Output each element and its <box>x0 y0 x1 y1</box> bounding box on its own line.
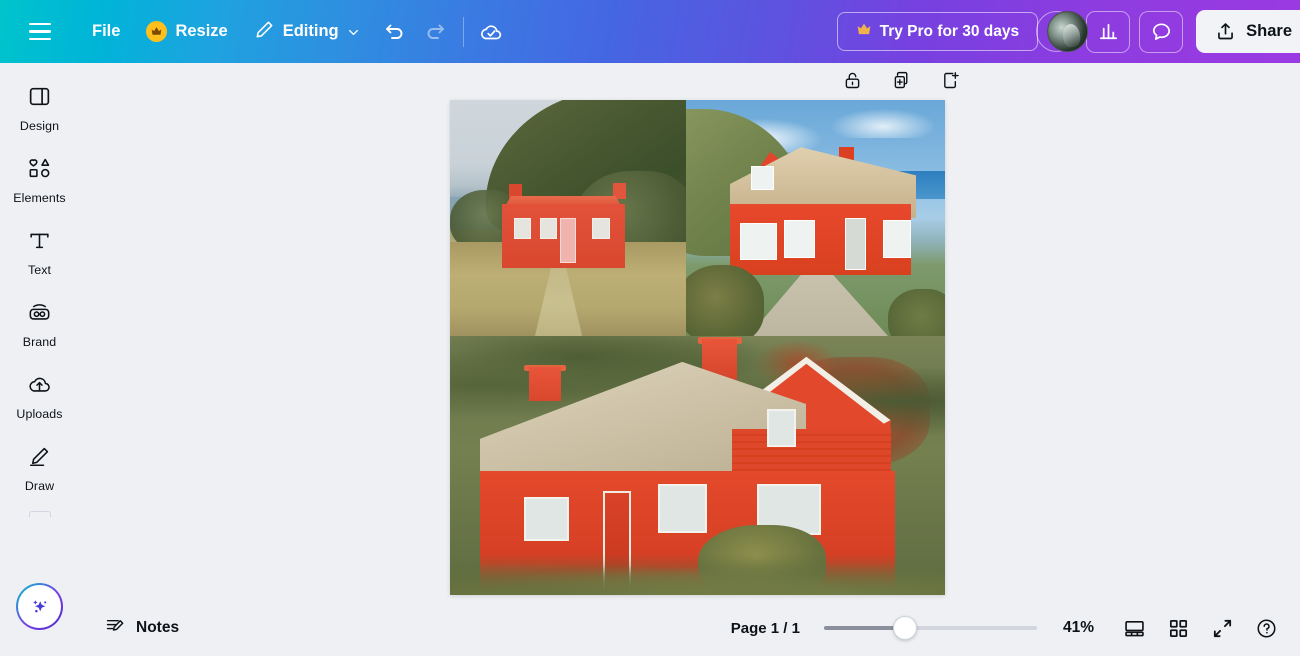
canva-editor: File Resize Editing Try Pro for 30 days … <box>0 0 1300 656</box>
grid-view-button[interactable] <box>1159 609 1197 647</box>
grid-image-red-cottage-by-the-sea[interactable] <box>450 100 686 336</box>
cloud-upload-icon <box>27 372 52 402</box>
notes-label: Notes <box>136 619 180 636</box>
resize-button[interactable]: Resize <box>133 13 240 50</box>
top-toolbar: File Resize Editing Try Pro for 30 days … <box>0 0 1300 63</box>
notes-button[interactable]: Notes <box>93 607 191 649</box>
brand-co-icon <box>27 300 52 330</box>
try-pro-label: Try Pro for 30 days <box>879 22 1020 40</box>
toolbar-divider <box>462 16 464 47</box>
add-page-button[interactable] <box>935 65 966 96</box>
sidebar-next-item-partial[interactable] <box>28 511 51 517</box>
fullscreen-button[interactable] <box>1203 609 1241 647</box>
photo-window <box>524 496 569 541</box>
design-panel-icon <box>27 84 52 114</box>
file-menu-label: File <box>92 22 121 40</box>
expand-icon <box>1213 619 1231 637</box>
resize-label: Resize <box>175 22 228 40</box>
sidebar-item-elements[interactable]: Elements <box>4 147 76 212</box>
photo-chimney-left <box>529 367 562 401</box>
duplicate-page-button[interactable] <box>886 65 917 96</box>
canvas-area <box>79 63 1300 656</box>
photo-window <box>657 483 708 533</box>
sidebar-item-label: Brand <box>22 335 57 349</box>
grid-image-red-house-thatched-roof-path[interactable] <box>686 100 945 336</box>
text-t-icon <box>27 228 52 258</box>
photo-window <box>784 220 816 259</box>
sidebar-item-brand[interactable]: Brand <box>4 291 76 356</box>
bar-chart-icon <box>1099 23 1117 40</box>
try-pro-button[interactable]: Try Pro for 30 days <box>836 12 1039 51</box>
photo-cloud <box>831 109 935 138</box>
photo-gable-window <box>766 408 797 448</box>
photo-window <box>539 218 558 240</box>
lock-page-button[interactable] <box>837 65 868 96</box>
cloud-check-icon <box>480 24 501 39</box>
pencil-icon <box>254 19 275 45</box>
draw-pen-icon <box>27 444 52 474</box>
crown-icon <box>856 22 872 41</box>
sidebar-item-label: Elements <box>13 191 66 205</box>
top-toolbar-right: Try Pro for 30 days Share <box>836 0 1300 63</box>
zoom-level-value: 41% <box>1062 619 1094 636</box>
crown-icon <box>146 21 168 42</box>
photo-dormer-window <box>750 166 775 190</box>
duplicate-icon <box>894 71 908 89</box>
insights-button[interactable] <box>1086 10 1131 53</box>
sidebar-item-label: Uploads <box>16 407 63 421</box>
design-page[interactable] <box>450 100 945 595</box>
comments-button[interactable] <box>1139 10 1184 53</box>
grid-image-large-red-thatched-cottage[interactable] <box>450 336 945 595</box>
redo-icon <box>427 24 444 39</box>
chevron-down-icon <box>347 25 360 38</box>
file-menu-button[interactable]: File <box>79 14 133 49</box>
photo-window <box>882 220 912 259</box>
undo-button[interactable] <box>373 11 415 53</box>
redo-button[interactable] <box>415 11 457 53</box>
editing-mode-button[interactable]: Editing <box>241 11 373 53</box>
photo-door <box>845 218 866 270</box>
photo-shrub <box>686 265 764 336</box>
photo-window <box>591 218 611 240</box>
sidebar-item-uploads[interactable]: Uploads <box>4 363 76 428</box>
editing-label: Editing <box>282 22 339 40</box>
photo-shrub <box>888 288 945 336</box>
share-label: Share <box>1246 22 1292 40</box>
upload-icon <box>1218 23 1234 40</box>
undo-icon <box>385 24 403 39</box>
zoom-slider[interactable] <box>823 616 1037 640</box>
photo-window <box>513 218 532 240</box>
bottom-toolbar-right: Page 1 / 1 41% <box>731 609 1300 647</box>
speech-bubble-icon <box>1152 23 1170 41</box>
sidebar-item-text[interactable]: Text <box>4 219 76 284</box>
presentation-icon <box>1124 620 1144 636</box>
photo-door <box>559 218 577 263</box>
help-button[interactable] <box>1247 609 1285 647</box>
sidebar-item-label: Design <box>19 119 60 133</box>
add-page-icon <box>944 72 959 89</box>
hamburger-icon[interactable] <box>18 10 62 54</box>
sidebar-item-label: Text <box>27 263 52 277</box>
page-indicator: Page 1 / 1 <box>730 619 800 637</box>
saved-status-button[interactable] <box>470 11 512 53</box>
presentation-view-button[interactable] <box>1115 609 1153 647</box>
collaborators-group <box>1036 11 1089 52</box>
notes-pencil-icon <box>105 615 126 641</box>
lock-icon <box>845 72 860 89</box>
shapes-icon <box>27 156 52 186</box>
top-toolbar-left: File Resize Editing <box>0 0 512 63</box>
question-circle-icon <box>1256 618 1276 638</box>
photo-window <box>740 222 777 261</box>
page-tools <box>837 65 966 96</box>
sidebar-item-design[interactable]: Design <box>4 75 76 140</box>
sidebar-item-draw[interactable]: Draw <box>4 435 76 500</box>
zoom-slider-thumb[interactable] <box>892 616 917 640</box>
bottom-toolbar: Notes Page 1 / 1 41% <box>0 600 1300 656</box>
share-button[interactable]: Share <box>1196 10 1300 53</box>
grid-icon <box>1169 619 1187 637</box>
sidebar-item-label: Draw <box>24 479 55 493</box>
avatar[interactable] <box>1047 11 1089 52</box>
photo-foreground <box>450 553 945 595</box>
left-sidebar: Design Elements Text Brand Uploads Draw <box>0 63 79 656</box>
